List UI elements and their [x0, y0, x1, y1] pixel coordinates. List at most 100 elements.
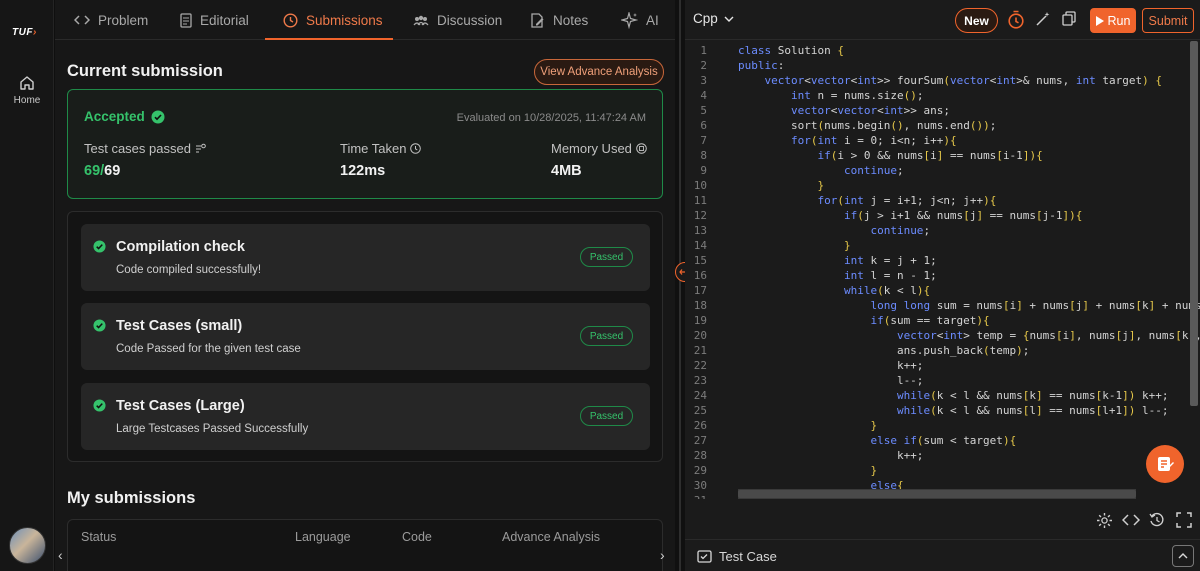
code-line[interactable]: 27 else if(sum < target){ [685, 433, 1200, 448]
column-header-code[interactable]: Code [402, 530, 432, 544]
code-line[interactable]: 1 class Solution { [685, 43, 1200, 58]
run-button[interactable]: Run [1090, 8, 1136, 33]
code-line[interactable]: 22 k++; [685, 358, 1200, 373]
line-number: 9 [700, 164, 707, 177]
code-text: int n = nums.size(); [790, 89, 924, 102]
line-number: 2 [700, 59, 707, 72]
code-line[interactable]: 19 if(sum == target){ [685, 313, 1200, 328]
code-line[interactable]: 23 l--; [685, 373, 1200, 388]
code-line[interactable]: 3 vector<vector<int>> fourSum(vector<int… [685, 73, 1200, 88]
code-text: public: [738, 59, 785, 72]
code-text: long long sum = nums[i] + nums[j] + nums… [870, 299, 1200, 312]
code-line[interactable]: 7 for(int i = 0; i<n; i++){ [685, 133, 1200, 148]
line-number: 28 [693, 449, 707, 462]
code-line[interactable]: 14 } [685, 238, 1200, 253]
line-number: 17 [693, 284, 707, 297]
test-case-toggle[interactable]: Test Case [697, 549, 777, 564]
timer-icon[interactable] [1007, 10, 1025, 29]
tab-notes[interactable]: Notes [530, 0, 588, 40]
check-circle-icon [93, 319, 106, 332]
code-line[interactable]: 28 k++; [685, 448, 1200, 463]
horizontal-scrollbar[interactable] [738, 490, 1136, 498]
left-panel: Problem Editorial Submissions Discussion… [55, 0, 675, 571]
time-taken-label-text: Time Taken [340, 141, 407, 156]
check-circle-icon [93, 399, 106, 412]
scroll-right-icon[interactable]: › [660, 547, 665, 563]
line-number: 21 [693, 344, 707, 357]
code-line[interactable]: 6 sort(nums.begin(), nums.end()); [685, 118, 1200, 133]
fullscreen-icon[interactable] [1176, 512, 1192, 528]
code-line[interactable]: 18 long long sum = nums[i] + nums[j] + n… [685, 298, 1200, 313]
code-line[interactable]: 16 int l = n - 1; [685, 268, 1200, 283]
history-icon[interactable] [1149, 512, 1165, 528]
logo[interactable]: TUF› [12, 27, 37, 38]
line-number: 11 [693, 194, 707, 207]
code-line[interactable]: 21 ans.push_back(temp); [685, 343, 1200, 358]
vertical-scrollbar[interactable] [1190, 41, 1198, 406]
copy-icon[interactable] [1062, 11, 1076, 26]
view-advance-analysis-button[interactable]: View Advance Analysis [534, 59, 664, 85]
code-text: if(sum == target){ [870, 314, 990, 327]
code-text: for(int j = i+1; j<n; j++){ [817, 194, 997, 207]
line-number: 13 [693, 224, 707, 237]
check-subtitle: Large Testcases Passed Successfully [116, 423, 309, 435]
code-line[interactable]: 5 vector<vector<int>> ans; [685, 103, 1200, 118]
tab-editorial[interactable]: Editorial [180, 0, 249, 40]
check-test-cases-large: Test Cases (Large) Large Testcases Passe… [81, 383, 650, 450]
settings-icon[interactable] [1096, 512, 1113, 529]
code-line[interactable]: 2 public: [685, 58, 1200, 73]
code-area[interactable]: 1 class Solution {2 public: 3 vector<vector… [685, 41, 1200, 499]
column-header-language[interactable]: Language [295, 530, 351, 544]
code-text: sort(nums.begin(), nums.end()); [738, 119, 997, 132]
column-header-advance-analysis[interactable]: Advance Analysis [502, 530, 600, 544]
line-number: 18 [693, 299, 707, 312]
editor-tools [685, 506, 1200, 536]
code-line[interactable]: 11 for(int j = i+1; j<n; j++){ [685, 193, 1200, 208]
code-line[interactable]: 20 vector<int> temp = {nums[i], nums[j],… [685, 328, 1200, 343]
code-line[interactable]: 15 int k = j + 1; [685, 253, 1200, 268]
code-line[interactable]: 8 if(i > 0 && nums[i] == nums[i-1]){ [685, 148, 1200, 163]
code-line[interactable]: 26 } [685, 418, 1200, 433]
nav-home-label: Home [13, 95, 41, 106]
tab-submissions[interactable]: Submissions [283, 0, 383, 40]
tests-passed-count: 69/ [84, 163, 105, 179]
code-line[interactable]: 10 } [685, 178, 1200, 193]
line-number: 3 [700, 74, 707, 87]
code-line[interactable]: 24 while(k < l && nums[k] == nums[k-1]) … [685, 388, 1200, 403]
code-text: while(k < l && nums[l] == nums[l+1]) l--… [896, 404, 1169, 417]
note-edit-icon [1158, 457, 1174, 471]
memory-used-label: Memory Used [551, 141, 647, 156]
tab-ai[interactable]: AI [621, 0, 659, 40]
line-number: 12 [693, 209, 707, 222]
scroll-left-icon[interactable]: ‹ [58, 547, 63, 563]
column-header-status[interactable]: Status [81, 530, 116, 544]
passed-badge: Passed [580, 247, 633, 267]
notes-fab[interactable] [1146, 445, 1184, 483]
check-circle-icon [151, 110, 165, 123]
code-line[interactable]: 17 while(k < l){ [685, 283, 1200, 298]
tab-problem[interactable]: Problem [74, 0, 148, 40]
code-text: continue; [843, 164, 904, 177]
code-line[interactable]: 13 continue; [685, 223, 1200, 238]
code-text: if(j > i+1 && nums[j] == nums[j-1]){ [843, 209, 1083, 222]
code-line[interactable]: 4 int n = nums.size(); [685, 88, 1200, 103]
avatar[interactable] [9, 527, 46, 564]
magic-wand-icon[interactable] [1035, 11, 1051, 27]
language-select[interactable]: Cpp [693, 11, 734, 26]
new-button[interactable]: New [955, 8, 998, 33]
nav-home[interactable]: Home [0, 75, 54, 106]
code-line[interactable]: 12 if(j > i+1 && nums[j] == nums[j-1]){ [685, 208, 1200, 223]
code-text: vector<int> temp = {nums[i], nums[j], nu… [896, 329, 1200, 342]
expand-console-button[interactable] [1172, 545, 1194, 567]
code-line[interactable]: 9 continue; [685, 163, 1200, 178]
panel-divider[interactable] [675, 0, 685, 571]
code-line[interactable]: 29 } [685, 463, 1200, 478]
code-brackets-icon[interactable] [1122, 514, 1140, 526]
code-line[interactable]: 25 while(k < l && nums[l] == nums[l+1]) … [685, 403, 1200, 418]
code-text: if(i > 0 && nums[i] == nums[i-1]){ [817, 149, 1043, 162]
my-submissions-title: My submissions [67, 489, 196, 507]
line-number: 1 [700, 44, 707, 57]
submit-button[interactable]: Submit [1142, 8, 1194, 33]
play-icon [1095, 15, 1104, 26]
tab-discussion[interactable]: Discussion [413, 0, 502, 40]
